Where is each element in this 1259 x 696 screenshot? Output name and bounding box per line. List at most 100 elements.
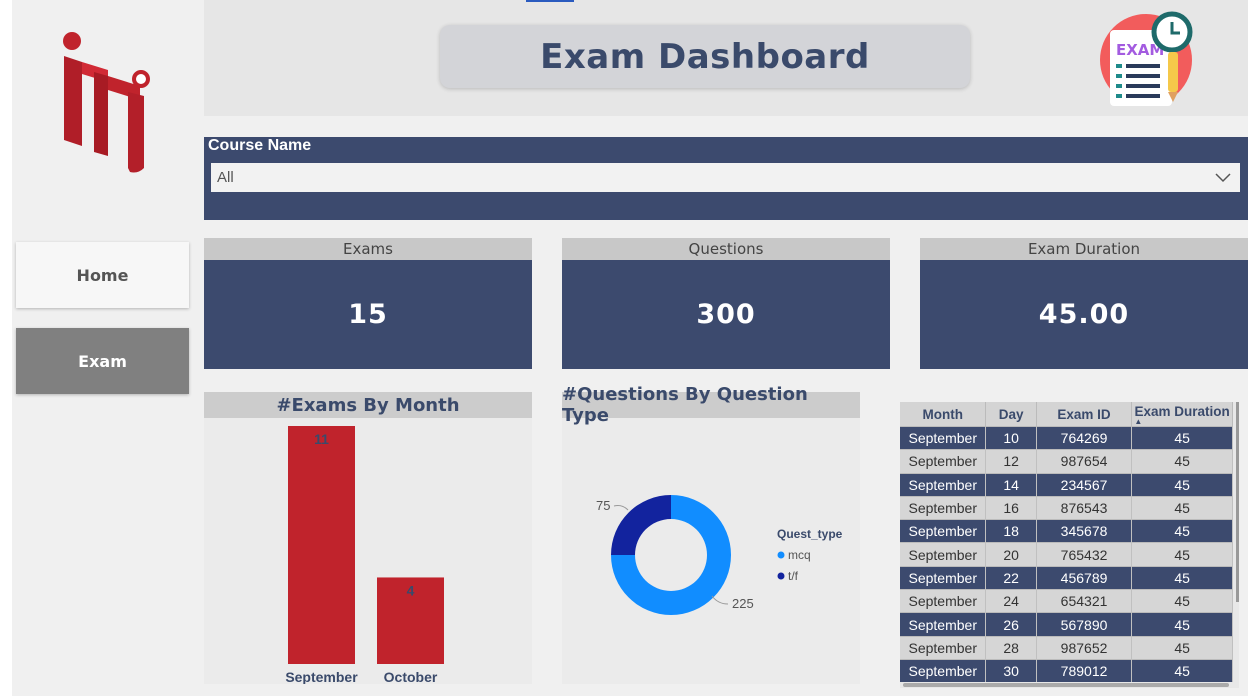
col-header-exam-duration-label: Exam Duration xyxy=(1134,403,1230,419)
cell-exam-id: 764269 xyxy=(1036,425,1133,450)
exam-duration-card-label: Exam Duration xyxy=(920,238,1248,260)
exams-card-value: 15 xyxy=(204,260,532,369)
exams-bar-plot: 11 September 4 October xyxy=(285,426,444,685)
sort-asc-icon: ▲ xyxy=(1134,416,1143,426)
col-header-month[interactable]: Month xyxy=(900,402,987,427)
legend-title: Quest_type xyxy=(777,527,843,541)
table-row[interactable]: September 24 654321 45 xyxy=(900,589,1233,613)
cell-exam-duration: 45 xyxy=(1131,658,1233,683)
donut-data-label: 225 xyxy=(732,596,754,611)
dropdown-value: All xyxy=(217,169,234,186)
table-row[interactable]: September 20 765432 45 xyxy=(900,542,1233,567)
title-banner: Exam Dashboard xyxy=(440,25,970,88)
cell-exam-id: 654321 xyxy=(1036,589,1133,613)
donut-slice-tf[interactable] xyxy=(611,495,671,555)
cell-exam-duration: 45 xyxy=(1131,425,1233,450)
donut-data-label: 75 xyxy=(596,498,610,513)
table-row[interactable]: September 26 567890 45 xyxy=(900,612,1233,637)
cell-day: 26 xyxy=(985,612,1037,637)
cell-month: September xyxy=(900,635,987,660)
table-row[interactable]: September 12 987654 45 xyxy=(900,449,1233,474)
cell-exam-duration: 45 xyxy=(1131,495,1233,520)
cell-exam-id: 987652 xyxy=(1036,635,1133,660)
legend-label[interactable]: mcq xyxy=(788,548,811,562)
cell-exam-id: 876543 xyxy=(1036,495,1133,520)
cell-month: September xyxy=(900,425,987,450)
cell-exam-duration: 45 xyxy=(1131,472,1233,497)
cell-day: 30 xyxy=(985,658,1037,683)
table-row[interactable]: September 28 987652 45 xyxy=(900,635,1233,660)
course-name-dropdown[interactable]: All xyxy=(211,163,1240,192)
x-tick-label: October xyxy=(384,669,438,684)
leader-line xyxy=(711,595,729,605)
cell-exam-duration: 45 xyxy=(1131,589,1233,613)
page-tab-indicator xyxy=(526,0,574,2)
exams-by-month-chart: #Exams By Month 11 September 4 October xyxy=(204,392,532,685)
cell-day: 10 xyxy=(985,425,1037,450)
questions-chart-title: #Questions By Question Type xyxy=(562,384,860,426)
bar-data-label: 11 xyxy=(314,431,329,447)
col-header-exam-duration[interactable]: Exam Duration ▲ xyxy=(1131,402,1233,427)
table-row[interactable]: September 18 345678 45 xyxy=(900,519,1233,543)
cell-day: 28 xyxy=(985,635,1037,660)
cell-exam-duration: 45 xyxy=(1131,612,1233,637)
cell-exam-duration: 45 xyxy=(1131,519,1233,543)
cell-month: September xyxy=(900,495,987,520)
exam-button[interactable]: Exam xyxy=(16,328,189,394)
cell-exam-duration: 45 xyxy=(1131,542,1233,567)
exam-clipboard-icon: EXAM xyxy=(1100,11,1193,106)
exam-table: Month Day Exam ID Exam Duration ▲ Septem… xyxy=(900,402,1239,688)
course-name-slicer: Course Name All xyxy=(204,137,1248,220)
table-row[interactable]: September 30 789012 45 xyxy=(900,658,1233,683)
col-header-day[interactable]: Day xyxy=(985,402,1037,427)
cell-month: September xyxy=(900,519,987,543)
cell-exam-id: 234567 xyxy=(1036,472,1133,497)
cell-day: 22 xyxy=(985,565,1037,590)
iti-logo xyxy=(63,32,150,173)
table-horizontal-scrollbar[interactable] xyxy=(903,683,1229,687)
cell-exam-duration: 45 xyxy=(1131,449,1233,474)
exam-duration-card-value: 45.00 xyxy=(920,260,1248,369)
table-header-row: Month Day Exam ID Exam Duration ▲ xyxy=(900,402,1233,427)
cell-month: September xyxy=(900,658,987,683)
cell-exam-id: 987654 xyxy=(1036,449,1133,474)
cell-month: September xyxy=(900,589,987,613)
legend-marker xyxy=(777,551,785,559)
cell-day: 12 xyxy=(985,449,1037,474)
cell-day: 18 xyxy=(985,519,1037,543)
cell-exam-id: 456789 xyxy=(1036,565,1133,590)
questions-card-label: Questions xyxy=(562,238,890,260)
cell-exam-id: 345678 xyxy=(1036,519,1133,543)
legend-marker xyxy=(777,572,785,580)
cell-month: September xyxy=(900,542,987,567)
exams-card-label: Exams xyxy=(204,238,532,260)
page-title: Exam Dashboard xyxy=(540,36,870,77)
cell-day: 24 xyxy=(985,589,1037,613)
bar-september[interactable] xyxy=(288,426,355,664)
home-button[interactable]: Home xyxy=(16,242,189,308)
col-header-exam-id[interactable]: Exam ID xyxy=(1036,402,1133,427)
cell-exam-id: 789012 xyxy=(1036,658,1133,683)
cell-day: 20 xyxy=(985,542,1037,567)
table-row[interactable]: September 10 764269 45 xyxy=(900,425,1233,450)
cell-day: 16 xyxy=(985,495,1037,520)
questions-donut-plot: 225 75 Quest_typemcq t/f xyxy=(596,495,843,615)
exams-chart-title: #Exams By Month xyxy=(204,392,532,418)
table-row[interactable]: September 14 234567 45 xyxy=(900,472,1233,497)
chevron-down-icon[interactable] xyxy=(1214,168,1232,186)
cell-month: September xyxy=(900,449,987,474)
table-row[interactable]: September 22 456789 45 xyxy=(900,565,1233,590)
table-vertical-scrollbar[interactable] xyxy=(1236,402,1239,602)
cell-exam-duration: 45 xyxy=(1131,635,1233,660)
questions-card-value: 300 xyxy=(562,260,890,369)
cell-day: 14 xyxy=(985,472,1037,497)
table-row[interactable]: September 16 876543 45 xyxy=(900,495,1233,520)
slicer-label: Course Name xyxy=(208,137,312,154)
questions-card: Questions 300 xyxy=(562,238,890,369)
cell-month: September xyxy=(900,565,987,590)
cell-month: September xyxy=(900,472,987,497)
exam-duration-card: Exam Duration 45.00 xyxy=(920,238,1248,369)
x-tick-label: September xyxy=(285,669,358,684)
cell-exam-id: 765432 xyxy=(1036,542,1133,567)
legend-label[interactable]: t/f xyxy=(788,569,799,583)
